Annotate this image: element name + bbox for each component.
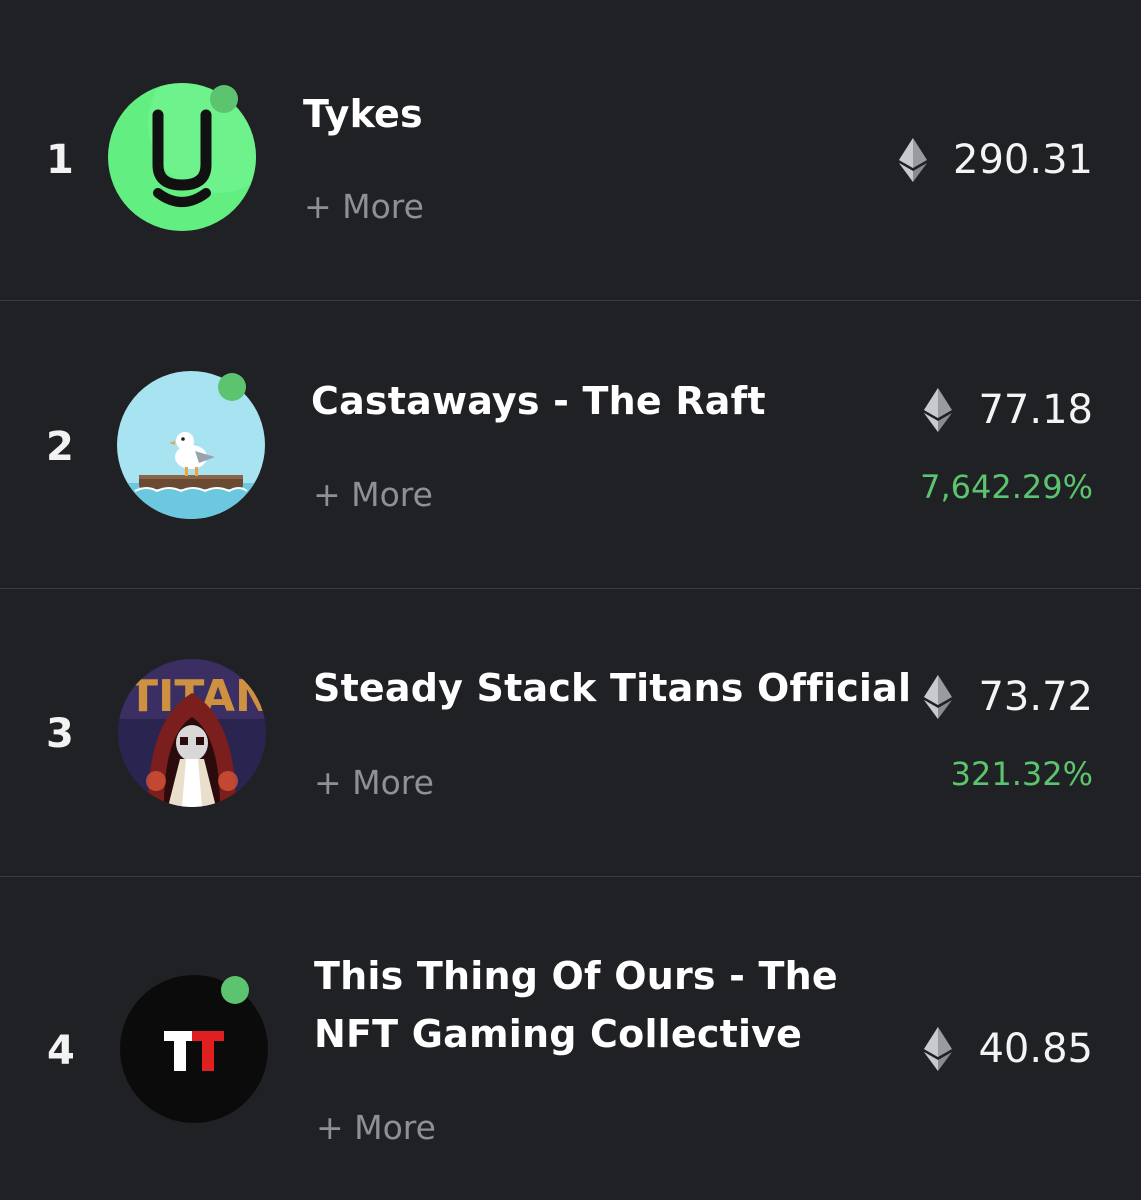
floor-price: 290.31 [899,138,1093,182]
rank-number: 1 [46,137,74,183]
collection-name[interactable]: This Thing Of Ours - The NFT Gaming Coll… [314,947,838,1063]
floor-price: 73.72 [924,675,1093,719]
price-value: 73.72 [978,674,1093,720]
price-value: 40.85 [978,1026,1093,1072]
collection-name[interactable]: Castaways - The Raft [311,372,766,430]
collection-row-4[interactable]: 4 This Thing Of Ours - The NFT Gaming Co… [0,877,1141,1200]
price-value: 77.18 [978,387,1093,433]
collection-name-line: This Thing Of Ours - The [314,954,838,998]
rank-number: 2 [46,424,74,470]
collection-name[interactable]: Tykes [303,85,423,143]
more-link[interactable]: + More [313,478,433,511]
ethereum-icon [924,388,953,432]
floor-price: 40.85 [924,1027,1093,1071]
ethereum-icon [924,1027,953,1071]
collection-row-1[interactable]: 1 Tykes + More 290.31 [0,0,1141,300]
online-status-dot [210,85,238,113]
more-link[interactable]: + More [314,766,434,799]
floor-price: 77.18 [924,388,1093,432]
ethereum-icon [899,138,928,182]
hooded-titan-icon: TITAN [118,659,266,807]
more-link[interactable]: + More [316,1111,436,1144]
collection-row-3[interactable]: 3 TITAN Steady Stack Titans Official + M… [0,589,1141,876]
rank-number: 4 [47,1028,75,1074]
avatar[interactable]: TITAN [118,659,266,807]
price-change: 321.32% [950,755,1093,793]
online-status-dot [221,976,249,1004]
online-status-dot [218,373,246,401]
collection-name[interactable]: Steady Stack Titans Official [313,659,911,717]
collection-name-line: NFT Gaming Collective [314,1012,803,1056]
rank-number: 3 [46,711,74,757]
price-value: 290.31 [953,137,1093,183]
ethereum-icon [924,675,953,719]
price-change: 7,642.29% [920,468,1093,506]
more-link[interactable]: + More [304,190,424,223]
collection-row-2[interactable]: 2 Castaways - The Raft + More 77.18 7,64… [0,301,1141,588]
